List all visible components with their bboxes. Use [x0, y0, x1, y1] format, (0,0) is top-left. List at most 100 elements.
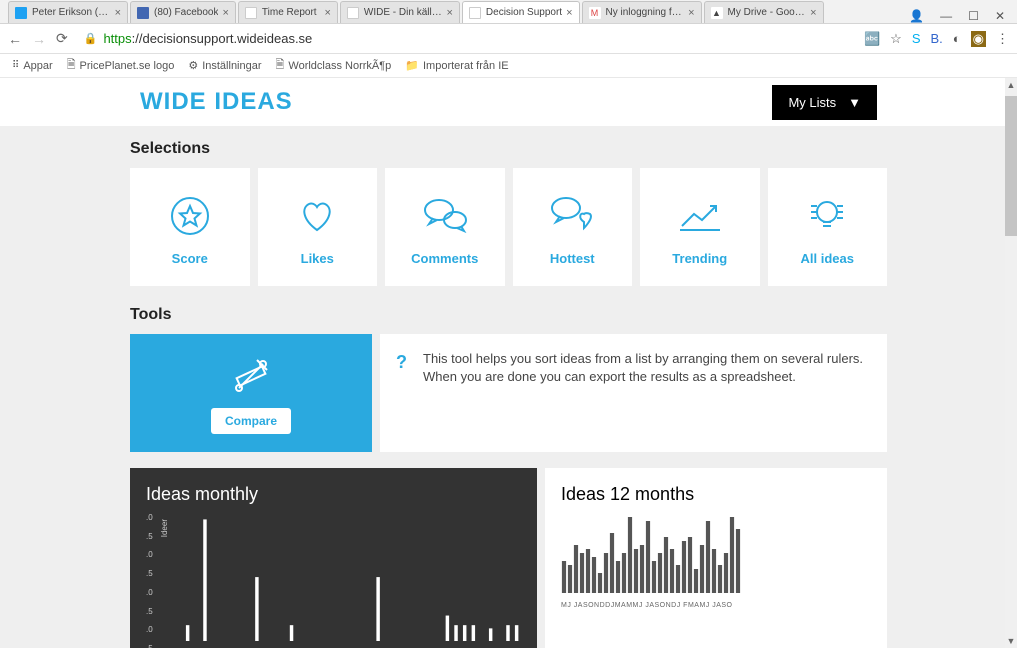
- selection-label: Score: [172, 251, 208, 266]
- bookmarks-bar: ⠿Appar 🗎 PricePlanet.se logo ⚙ Inställni…: [0, 54, 1017, 78]
- chart-bars: [561, 513, 741, 593]
- tab-gdrive[interactable]: ▲ My Drive - Google ×: [704, 1, 824, 23]
- my-lists-label: My Lists: [788, 95, 836, 110]
- question-icon: ?: [396, 350, 407, 436]
- facebook-icon: [137, 7, 149, 19]
- trending-icon: [676, 188, 724, 243]
- translate-icon[interactable]: 🔤: [864, 31, 880, 47]
- url-input[interactable]: 🔒 https://decisionsupport.wideideas.se: [78, 31, 854, 46]
- selection-label: Likes: [301, 251, 334, 266]
- comments-icon: [419, 188, 471, 243]
- heart-icon: [295, 188, 339, 243]
- y-axis-labels: .0.5.0.5.0.5.0.5: [146, 513, 153, 648]
- apps-button[interactable]: ⠿Appar: [12, 60, 53, 72]
- selection-likes[interactable]: Likes: [258, 168, 378, 286]
- selection-label: Trending: [672, 251, 727, 266]
- close-button[interactable]: ✕: [995, 9, 1005, 23]
- gmail-icon: M: [589, 7, 601, 19]
- tab-title: WIDE - Din källa fö: [364, 7, 443, 18]
- ruler-pencil-icon: [227, 352, 275, 400]
- window-controls: 👤 — ☐ ✕: [897, 9, 1017, 23]
- tab-facebook[interactable]: (80) Facebook ×: [130, 1, 236, 23]
- tab-title: My Drive - Google: [728, 7, 807, 18]
- bookmark-priceplanet[interactable]: 🗎 PricePlanet.se logo: [67, 56, 175, 75]
- scroll-down-arrow[interactable]: ▼: [1005, 634, 1017, 648]
- ideas-12months-chart: Ideas 12 months MJ JASONDDJMAMMJ JASONDJ…: [545, 468, 887, 648]
- file-icon: [245, 7, 257, 19]
- browser-tab-strip: Peter Erikson (@pe × (80) Facebook × Tim…: [0, 0, 1017, 24]
- file-icon: [469, 7, 481, 19]
- tool-help-text: This tool helps you sort ideas from a li…: [423, 350, 871, 436]
- selection-score[interactable]: Score: [130, 168, 250, 286]
- chart-title: Ideas monthly: [146, 484, 521, 505]
- bookmark-worldclass[interactable]: 🗎 Worldclass NorrkÃ¶p: [276, 56, 392, 75]
- selection-label: Hottest: [550, 251, 595, 266]
- url-text: https://decisionsupport.wideideas.se: [103, 31, 312, 46]
- skype-icon[interactable]: S: [912, 31, 921, 46]
- tool-description: ? This tool helps you sort ideas from a …: [380, 334, 887, 452]
- tab-title: Decision Support: [486, 7, 562, 18]
- tab-gmail[interactable]: M Ny inloggning från ×: [582, 1, 702, 23]
- close-icon[interactable]: ×: [566, 7, 572, 19]
- forward-button[interactable]: →: [32, 31, 46, 47]
- page-body: Selections Score Likes Comments: [0, 126, 1017, 648]
- tab-title: Time Report: [262, 7, 321, 18]
- close-icon[interactable]: ×: [115, 7, 121, 19]
- gdrive-icon: ▲: [711, 7, 723, 19]
- close-icon[interactable]: ×: [222, 7, 228, 19]
- scrollbar[interactable]: ▲ ▼: [1005, 78, 1017, 648]
- twitter-icon: [15, 7, 27, 19]
- tab-title: (80) Facebook: [154, 7, 218, 18]
- compare-button[interactable]: Compare: [211, 408, 291, 434]
- tools-heading: Tools: [130, 306, 887, 324]
- close-icon[interactable]: ×: [324, 7, 330, 19]
- maximize-button[interactable]: ☐: [968, 9, 979, 23]
- selection-row: Score Likes Comments Hottest: [130, 168, 887, 286]
- star-circle-icon: [168, 188, 212, 243]
- page-header: WIDE IDEAS My Lists ▼: [0, 78, 1017, 126]
- bookmark-importerat[interactable]: 📁 Importerat från IE: [405, 59, 508, 72]
- address-bar: ← → ⟳ 🔒 https://decisionsupport.wideidea…: [0, 24, 1017, 54]
- my-lists-button[interactable]: My Lists ▼: [772, 85, 877, 120]
- ext3-icon[interactable]: ◉: [971, 31, 986, 47]
- chart-bars: [166, 513, 521, 641]
- lock-icon: 🔒: [84, 32, 98, 45]
- selection-all-ideas[interactable]: All ideas: [768, 168, 888, 286]
- ext2-icon[interactable]: ◐: [953, 31, 961, 46]
- tab-wide[interactable]: WIDE - Din källa fö ×: [340, 1, 460, 23]
- menu-icon[interactable]: ⋮: [996, 31, 1009, 47]
- selections-heading: Selections: [130, 140, 887, 158]
- tab-title: Peter Erikson (@pe: [32, 7, 111, 18]
- selection-comments[interactable]: Comments: [385, 168, 505, 286]
- ext-icon[interactable]: B.: [931, 31, 943, 46]
- close-icon[interactable]: ×: [446, 7, 452, 19]
- star-icon[interactable]: ☆: [890, 31, 902, 47]
- minimize-button[interactable]: —: [940, 9, 952, 23]
- lightbulb-icon: [801, 188, 853, 243]
- chart-title: Ideas 12 months: [561, 484, 871, 505]
- file-icon: [347, 7, 359, 19]
- selection-label: Comments: [411, 251, 478, 266]
- charts-row: Ideas monthly .0.5.0.5.0.5.0.5 Ideer Ide…: [130, 468, 887, 648]
- compare-card: Compare: [130, 334, 372, 452]
- tab-time-report[interactable]: Time Report ×: [238, 1, 338, 23]
- bookmark-installningar[interactable]: ⚙ Inställningar: [188, 59, 261, 72]
- selection-label: All ideas: [801, 251, 854, 266]
- tab-decision-support[interactable]: Decision Support ×: [462, 1, 580, 23]
- logo: WIDE IDEAS: [140, 88, 293, 116]
- reload-button[interactable]: ⟳: [56, 30, 68, 47]
- scroll-up-arrow[interactable]: ▲: [1005, 78, 1017, 92]
- tab-title: Ny inloggning från: [606, 7, 685, 18]
- user-icon[interactable]: 👤: [909, 9, 924, 23]
- close-icon[interactable]: ×: [688, 7, 694, 19]
- selection-trending[interactable]: Trending: [640, 168, 760, 286]
- scrollbar-thumb[interactable]: [1005, 96, 1017, 236]
- tab-twitter[interactable]: Peter Erikson (@pe ×: [8, 1, 128, 23]
- back-button[interactable]: ←: [8, 31, 22, 47]
- close-icon[interactable]: ×: [810, 7, 816, 19]
- tools-row: Compare ? This tool helps you sort ideas…: [130, 334, 887, 452]
- selection-hottest[interactable]: Hottest: [513, 168, 633, 286]
- comment-heart-icon: [546, 188, 598, 243]
- page-viewport: WIDE IDEAS My Lists ▼ Selections Score L…: [0, 78, 1017, 648]
- ideas-monthly-chart: Ideas monthly .0.5.0.5.0.5.0.5 Ideer: [130, 468, 537, 648]
